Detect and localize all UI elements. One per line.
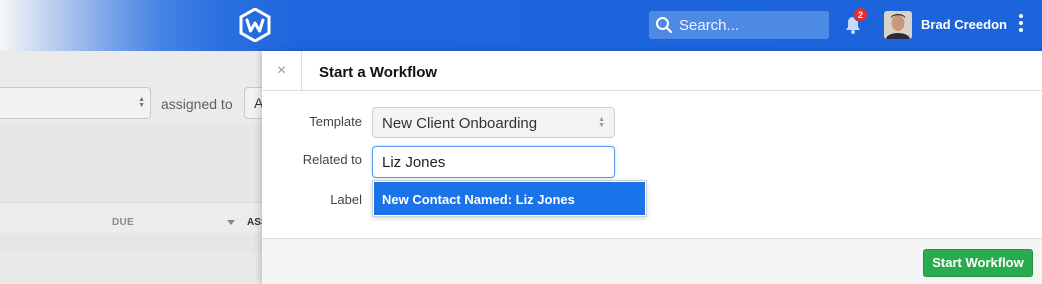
background-page <box>0 51 262 284</box>
top-header: 2 Brad Creedon <box>0 0 1042 51</box>
logo-icon[interactable] <box>238 8 272 42</box>
assigned-to-label: assigned to <box>161 96 233 112</box>
template-label: Template <box>309 114 362 129</box>
template-select[interactable]: New Client Onboarding ▲ ▼ <box>372 107 615 138</box>
search-input[interactable] <box>679 16 819 34</box>
filter-bar <box>0 123 262 253</box>
user-name[interactable]: Brad Creedon <box>921 17 1007 32</box>
avatar[interactable] <box>884 11 912 39</box>
related-to-input[interactable] <box>372 146 615 178</box>
search-icon <box>656 17 673 34</box>
label-label: Label <box>330 192 362 207</box>
template-value: New Client Onboarding <box>382 115 538 132</box>
related-to-label: Related to <box>302 152 362 167</box>
start-workflow-panel: × Start a Workflow Template New Client O… <box>262 51 1042 284</box>
column-header-due[interactable]: DUE <box>112 217 134 228</box>
select-arrows-icon: ▲ ▼ <box>138 96 145 109</box>
kebab-menu-icon[interactable] <box>1016 14 1026 36</box>
sort-arrow-icon[interactable] <box>227 220 235 225</box>
autocomplete-dropdown: New Contact Named: Liz Jones <box>372 180 647 217</box>
filter-select[interactable]: ▲ ▼ <box>0 87 151 119</box>
close-icon[interactable]: × <box>262 51 302 91</box>
panel-title: Start a Workflow <box>319 64 438 81</box>
search-box[interactable] <box>649 11 829 39</box>
start-workflow-button[interactable]: Start Workflow <box>923 249 1033 277</box>
panel-header: × Start a Workflow <box>262 51 1042 91</box>
notification-badge: 2 <box>853 7 868 22</box>
select-arrows-icon: ▲ ▼ <box>598 116 605 129</box>
suggestion-new-contact[interactable]: New Contact Named: Liz Jones <box>374 182 645 215</box>
panel-footer: Start Workflow <box>262 238 1042 284</box>
